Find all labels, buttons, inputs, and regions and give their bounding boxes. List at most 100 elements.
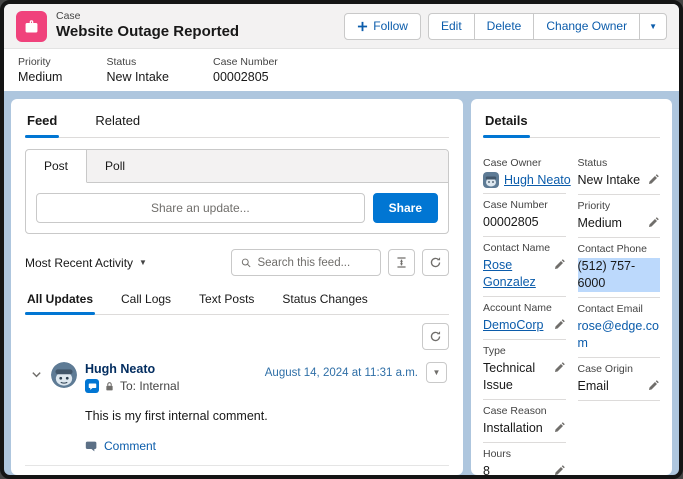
filter-tab-status-changes[interactable]: Status Changes bbox=[280, 292, 369, 314]
edit-pencil-icon[interactable] bbox=[554, 318, 566, 330]
field-label: Case Origin bbox=[578, 363, 661, 375]
sort-label: Most Recent Activity bbox=[25, 256, 133, 270]
field-label: Contact Email bbox=[578, 303, 661, 315]
filter-tab-call-logs[interactable]: Call Logs bbox=[119, 292, 173, 314]
more-actions-button[interactable]: ▼ bbox=[639, 13, 667, 40]
chevron-down-icon bbox=[31, 369, 42, 380]
edit-button[interactable]: Edit bbox=[428, 13, 474, 40]
refresh-icon bbox=[429, 330, 442, 343]
tab-feed[interactable]: Feed bbox=[25, 111, 59, 137]
collapse-item-button[interactable] bbox=[31, 367, 43, 453]
field-case-owner: Case Owner Hug bbox=[483, 152, 566, 194]
feed-panel: Feed Related Post Poll Share Most Recent… bbox=[11, 99, 463, 475]
feed-search-input[interactable] bbox=[257, 257, 371, 269]
field-type: Type Technical Issue bbox=[483, 340, 566, 400]
chatter-publisher: Post Poll Share bbox=[25, 149, 449, 234]
change-owner-button[interactable]: Change Owner bbox=[533, 13, 639, 40]
share-update-input[interactable] bbox=[36, 193, 365, 223]
timestamp-link[interactable]: August 14, 2024 at 11:31 a.m. bbox=[265, 367, 418, 379]
feed-item-meta: August 14, 2024 at 11:31 a.m. ▼ bbox=[265, 362, 447, 383]
tab-post[interactable]: Post bbox=[26, 150, 87, 183]
account-name-link[interactable]: DemoCorp bbox=[483, 317, 543, 334]
details-fields: Case Owner Hug bbox=[483, 152, 660, 475]
comment-action[interactable]: Comment bbox=[85, 439, 447, 453]
lock-icon bbox=[104, 381, 115, 392]
avatar bbox=[483, 172, 499, 188]
field-label: Type bbox=[483, 345, 566, 357]
tab-related[interactable]: Related bbox=[93, 111, 142, 137]
field-case-reason: Case Reason Installation bbox=[483, 400, 566, 443]
record-action-group: Edit Delete Change Owner ▼ bbox=[428, 13, 667, 40]
feed-item-author-block: Hugh Neato To: Internal bbox=[85, 362, 179, 393]
field-label: Case Number bbox=[483, 199, 566, 211]
field-value: Installation bbox=[483, 420, 543, 437]
field-label: Priority bbox=[578, 200, 661, 212]
feed-refresh-button[interactable] bbox=[422, 249, 449, 276]
highlight-status: Status New Intake bbox=[106, 56, 169, 82]
chevron-down-icon: ▼ bbox=[649, 22, 657, 31]
chevron-down-icon: ▼ bbox=[139, 258, 147, 267]
visibility-label: To: Internal bbox=[120, 379, 179, 393]
filter-tab-text-posts[interactable]: Text Posts bbox=[197, 292, 256, 314]
edit-pencil-icon[interactable] bbox=[648, 173, 660, 185]
contact-name-link[interactable]: Rose Gonzalez bbox=[483, 257, 550, 291]
field-hours: Hours 8 bbox=[483, 443, 566, 476]
case-number-value: 00002805 bbox=[213, 70, 278, 84]
field-contact-name: Contact Name Rose Gonzalez bbox=[483, 237, 566, 297]
feed-filter-tabs: All Updates Call Logs Text Posts Status … bbox=[25, 292, 449, 315]
chevron-down-icon: ▼ bbox=[433, 368, 441, 377]
case-record-page: Case Website Outage Reported Follow Edit… bbox=[0, 0, 683, 479]
comment-bubble-icon bbox=[85, 440, 98, 453]
header-actions: Follow Edit Delete Change Owner ▼ bbox=[344, 13, 667, 40]
status-value: New Intake bbox=[106, 70, 169, 84]
edit-pencil-icon[interactable] bbox=[554, 361, 566, 373]
feed-item-case-created: Hugh Neato Case created August 14, 2024 … bbox=[25, 466, 449, 475]
collapse-all-icon bbox=[395, 256, 408, 269]
follow-label: Follow bbox=[373, 19, 408, 33]
avatar[interactable] bbox=[51, 362, 77, 388]
tab-poll[interactable]: Poll bbox=[87, 150, 143, 182]
feed-sort-dropdown[interactable]: Most Recent Activity ▼ bbox=[25, 256, 147, 270]
field-account-name: Account Name DemoCorp bbox=[483, 297, 566, 340]
astro-avatar-icon bbox=[483, 172, 499, 188]
record-title-block: Case Website Outage Reported bbox=[56, 10, 344, 41]
feed-controls: Most Recent Activity ▼ bbox=[25, 249, 449, 276]
contact-phone-value[interactable]: (512) 757-6000 bbox=[578, 258, 661, 292]
case-owner-link[interactable]: Hugh Neato bbox=[504, 173, 571, 187]
highlights-fields: Priority Medium Status New Intake Case N… bbox=[4, 49, 679, 91]
feed-item-body: This is my first internal comment. bbox=[85, 409, 447, 423]
collapse-all-button[interactable] bbox=[388, 249, 415, 276]
field-value: New Intake bbox=[578, 172, 641, 189]
plus-icon bbox=[357, 21, 368, 32]
edit-pencil-icon[interactable] bbox=[554, 258, 566, 270]
share-button[interactable]: Share bbox=[373, 193, 438, 223]
field-case-origin: Case Origin Email bbox=[578, 358, 661, 401]
field-label: Account Name bbox=[483, 302, 566, 314]
delete-button[interactable]: Delete bbox=[474, 13, 534, 40]
case-number-label: Case Number bbox=[213, 56, 278, 68]
filter-tab-all-updates[interactable]: All Updates bbox=[25, 292, 95, 314]
edit-pencil-icon[interactable] bbox=[554, 464, 566, 476]
feed-item-internal-comment: Hugh Neato To: Internal bbox=[25, 350, 449, 466]
status-label: Status bbox=[106, 56, 169, 68]
feed-list-refresh-row bbox=[25, 323, 449, 350]
feed-list-refresh-button[interactable] bbox=[422, 323, 449, 350]
details-column-right: Status New Intake Priority Medium bbox=[578, 152, 661, 475]
feed-search-box bbox=[231, 249, 381, 276]
field-priority: Priority Medium bbox=[578, 195, 661, 238]
tab-details[interactable]: Details bbox=[483, 111, 530, 137]
edit-pencil-icon[interactable] bbox=[554, 421, 566, 433]
field-value: Email bbox=[578, 378, 609, 395]
edit-pencil-icon[interactable] bbox=[648, 379, 660, 391]
comment-action-label: Comment bbox=[104, 439, 156, 453]
feed-item-menu-button[interactable]: ▼ bbox=[426, 362, 447, 383]
field-label: Contact Phone bbox=[578, 243, 661, 255]
field-value: 00002805 bbox=[483, 214, 539, 231]
edit-pencil-icon[interactable] bbox=[648, 216, 660, 228]
follow-button[interactable]: Follow bbox=[344, 13, 421, 40]
case-object-icon bbox=[16, 11, 47, 42]
contact-email-link[interactable]: rose@edge.com bbox=[578, 318, 661, 352]
object-label: Case bbox=[56, 10, 344, 23]
priority-label: Priority bbox=[18, 56, 62, 68]
author-link[interactable]: Hugh Neato bbox=[85, 362, 179, 376]
